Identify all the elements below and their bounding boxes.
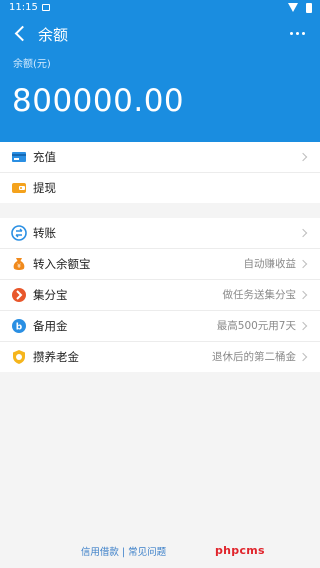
reserve-fund-hint: 最高500元用7天: [216, 320, 296, 332]
more-options-icon[interactable]: [290, 32, 308, 36]
withdraw-label: 提现: [33, 181, 56, 195]
reserve-fund-row[interactable]: b 备用金 最高500元用7天: [0, 311, 320, 342]
pension-icon: [13, 350, 25, 364]
top-bar: 余额: [0, 18, 320, 52]
reserve-fund-label: 备用金: [33, 319, 68, 333]
yuebao-hint: 自动赚收益: [243, 258, 297, 270]
money-bag-icon: ¥: [13, 258, 25, 270]
faq-link[interactable]: 常见问题: [128, 547, 166, 558]
chevron-right-icon: [298, 352, 308, 362]
balance-label: 余额(元): [13, 59, 51, 70]
transfer-icon: [11, 225, 27, 241]
balance-header: 11:15 余额 余额(元) 800000.00: [0, 0, 320, 142]
battery-icon: [306, 3, 312, 13]
pension-hint: 退休后的第二桶金: [212, 351, 296, 363]
reserve-fund-icon: b: [12, 319, 26, 333]
status-bar: 11:15: [0, 0, 320, 16]
status-time: 11:15: [9, 2, 38, 13]
services-group: 转账 ¥ 转入余额宝 自动赚收益 集分宝 做任务送集分宝 b 备用金 最高500…: [0, 218, 320, 372]
yuebao-label: 转入余额宝: [33, 257, 91, 271]
fund-actions-group: 充值 提现: [0, 142, 320, 203]
footer-links: 信用借款 | 常见问题: [0, 544, 320, 558]
chevron-right-icon: [298, 152, 308, 162]
wifi-icon: [288, 3, 298, 12]
withdraw-row[interactable]: 提现: [0, 173, 320, 203]
transfer-row[interactable]: 转账: [0, 218, 320, 249]
balance-amount: 800000.00: [12, 83, 185, 119]
watermark: phpcms: [215, 544, 265, 557]
points-icon: [12, 288, 26, 302]
recharge-label: 充值: [33, 150, 56, 164]
chevron-right-icon: [298, 290, 308, 300]
wallet-icon: [12, 183, 26, 193]
notification-icon: [42, 4, 50, 11]
card-icon: [12, 152, 26, 162]
recharge-row[interactable]: 充值: [0, 142, 320, 173]
chevron-right-icon: [298, 228, 308, 238]
svg-text:¥: ¥: [17, 263, 21, 270]
back-arrow-icon[interactable]: [14, 25, 31, 42]
yuebao-row[interactable]: ¥ 转入余额宝 自动赚收益: [0, 249, 320, 280]
jifenbao-label: 集分宝: [33, 288, 68, 302]
page-title: 余额: [38, 26, 69, 44]
svg-text:b: b: [16, 323, 23, 333]
jifenbao-hint: 做任务送集分宝: [222, 289, 297, 301]
chevron-right-icon: [298, 259, 308, 269]
chevron-right-icon: [298, 321, 308, 331]
footer-separator: |: [121, 547, 126, 558]
pension-label: 攒养老金: [33, 350, 79, 364]
credit-loan-link[interactable]: 信用借款: [81, 547, 119, 558]
jifenbao-row[interactable]: 集分宝 做任务送集分宝: [0, 280, 320, 311]
pension-row[interactable]: 攒养老金 退休后的第二桶金: [0, 342, 320, 372]
transfer-label: 转账: [33, 226, 56, 240]
